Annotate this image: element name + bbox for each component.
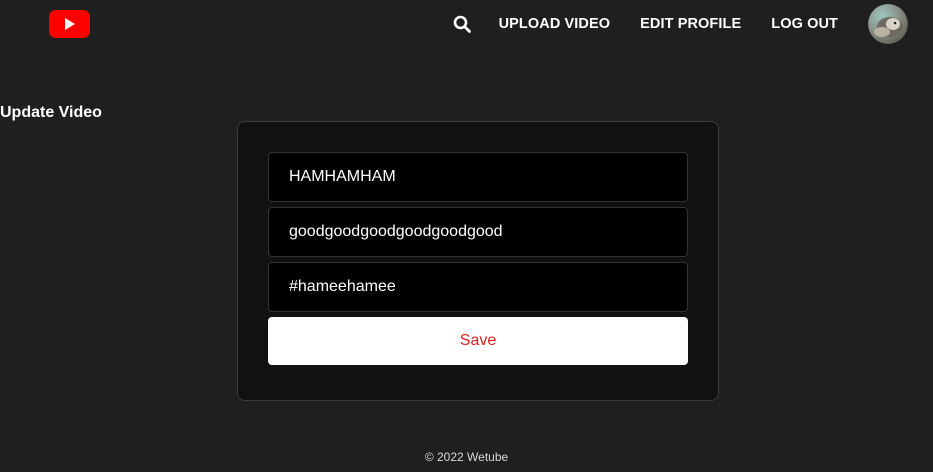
youtube-logo-icon[interactable]: [49, 10, 90, 38]
video-description-input[interactable]: [268, 207, 688, 257]
page-title: Update Video: [0, 104, 102, 121]
save-button[interactable]: Save: [268, 317, 688, 365]
video-hashtags-input[interactable]: [268, 262, 688, 312]
upload-video-link[interactable]: UPLOAD VIDEO: [499, 16, 611, 32]
main-nav: UPLOAD VIDEO EDIT PROFILE LOG OUT: [453, 4, 908, 44]
header: UPLOAD VIDEO EDIT PROFILE LOG OUT: [0, 0, 933, 48]
update-video-form: Save: [237, 121, 719, 401]
search-icon[interactable]: [453, 15, 471, 33]
avatar[interactable]: [868, 4, 908, 44]
edit-profile-link[interactable]: EDIT PROFILE: [640, 16, 741, 32]
log-out-link[interactable]: LOG OUT: [771, 16, 838, 32]
page: UPLOAD VIDEO EDIT PROFILE LOG OUT Update…: [0, 0, 933, 472]
video-title-input[interactable]: [268, 152, 688, 202]
footer-copyright: © 2022 Wetube: [424, 450, 509, 464]
